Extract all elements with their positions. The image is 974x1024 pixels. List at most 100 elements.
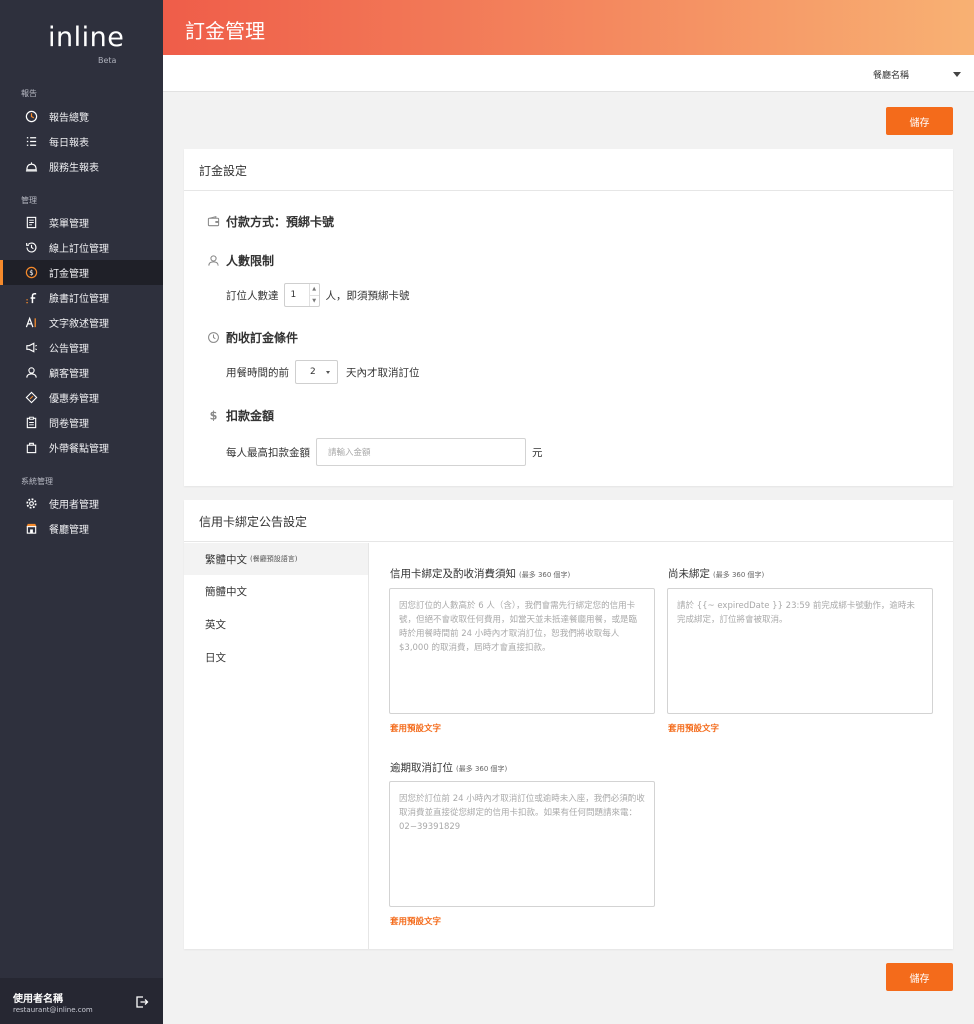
person-icon [206,254,220,268]
sidebar-item-label: 文字敘述管理 [49,319,109,330]
charge-amount-title: $ 扣款金額 [206,407,274,424]
sidebar-item-deposit[interactable]: $ 訂金管理 [0,260,163,285]
sidebar-item-users[interactable]: 使用者管理 [0,491,163,516]
chevron-down-icon [326,370,330,374]
nav-section-system: 系統管理 [21,477,53,486]
stepper-up-icon[interactable]: ▲ [309,284,319,296]
max-charge-input[interactable]: 請輸入金額 [316,438,526,466]
late-cancel-textarea[interactable]: 因您於訂位前 24 小時內才取消訂位或逾時未入座，我們必須酌收取消費並直接從您綁… [389,781,655,907]
header-bar: 訂金管理 [163,0,974,55]
sidebar-item-label: 報告總覽 [49,113,89,124]
sidebar-item-facebook-booking[interactable]: 臉書訂位管理 [0,285,163,310]
text-ai-icon [24,316,38,330]
sidebar-item-text-description[interactable]: 文字敘述管理 [0,310,163,335]
user-name: 使用者名稱 [13,994,63,1005]
chevron-down-icon[interactable] [953,72,961,77]
sidebar-item-label: 服務生報表 [49,163,99,174]
days-select-value: 2 [310,367,316,377]
tab-label: 繁體中文 [205,553,247,566]
payment-method: 付款方式：預綁卡號 [206,213,334,230]
card-notice-title: 信用卡綁定公告設定 [184,500,953,542]
save-button-bottom[interactable]: 儲存 [886,963,953,991]
sidebar-item-menu[interactable]: 菜單管理 [0,210,163,235]
people-limit-label: 人數限制 [226,254,275,268]
payment-method-label: 付款方式：預綁卡號 [226,215,335,229]
people-count-stepper[interactable]: 1 ▲ ▼ [283,283,320,307]
tab-english[interactable]: 英文 [184,608,368,640]
list-icon [24,135,38,149]
tab-japanese[interactable]: 日文 [184,641,368,673]
people-count-value[interactable]: 1 [285,284,309,306]
megaphone-icon [24,341,38,355]
sidebar-item-label: 每日報表 [49,138,89,149]
clock-icon [206,331,220,345]
field-label-notice: 信用卡綁定及酌收消費須知 (最多 360 個字) [390,566,570,581]
deposit-settings-title: 訂金設定 [184,149,953,191]
sidebar-item-customers[interactable]: 顧客管理 [0,360,163,385]
tab-simplified-chinese[interactable]: 簡體中文 [184,575,368,607]
sidebar-item-restaurant[interactable]: 餐廳管理 [0,516,163,541]
sidebar-item-label: 菜單管理 [49,219,89,230]
restaurant-bar: 餐廳名稱 [163,55,974,92]
sidebar-item-label: 臉書訂位管理 [49,294,109,305]
apply-default-link-unbound[interactable]: 套用預設文字 [668,722,719,734]
coupon-icon [24,391,38,405]
days-select[interactable]: 2 [295,360,338,384]
default-language-note: (餐廳預設語言) [250,555,298,563]
charge-condition-suffix: 天內才取消訂位 [346,366,420,379]
unbound-textarea[interactable]: 請於 {{~ expiredDate }} 23:59 前完成綁卡號動作，逾時未… [667,588,933,714]
clipboard-icon [24,416,38,430]
charge-condition-label: 酌收訂金條件 [226,331,299,345]
person-icon [24,366,38,380]
brand-logo[interactable]: inline [48,22,124,53]
sidebar-item-coupons[interactable]: 優惠券管理 [0,385,163,410]
tab-traditional-chinese[interactable]: 繁體中文 (餐廳預設語言) [184,543,368,575]
sidebar-item-label: 優惠券管理 [49,394,99,405]
field-label-text: 逾期取消訂位 [390,762,453,774]
store-icon [24,522,38,536]
sidebar-item-label: 餐廳管理 [49,525,89,536]
menu-book-icon [24,216,38,230]
apply-default-link-late-cancel[interactable]: 套用預設文字 [390,915,441,927]
sidebar-item-label: 外帶餐點管理 [49,444,109,455]
user-box: 使用者名稱 restaurant@inline.com [0,978,163,1024]
charge-amount-suffix: 元 [532,446,543,459]
char-limit: (最多 360 個字) [519,571,571,579]
sidebar-item-label: 問卷管理 [49,419,89,430]
sidebar-item-report-overview[interactable]: 報告總覽 [0,104,163,129]
sidebar-item-announcement[interactable]: 公告管理 [0,335,163,360]
sidebar-item-label: 線上訂位管理 [49,244,109,255]
field-label-unbound: 尚未綁定 (最多 360 個字) [668,566,764,581]
restaurant-select[interactable]: 餐廳名稱 [873,68,909,81]
apply-default-link-notice[interactable]: 套用預設文字 [390,722,441,734]
field-label-late-cancel: 逾期取消訂位 (最多 360 個字) [390,760,507,775]
notice-textarea[interactable]: 因您訂位的人數高於 6 人（含），我們會需先行綁定您的信用卡號，但絕不會收取任何… [389,588,655,714]
field-label-text: 尚未綁定 [668,568,710,580]
service-bell-icon [24,160,38,174]
sidebar-item-survey[interactable]: 問卷管理 [0,410,163,435]
charge-condition-prefix: 用餐時間的前 [226,366,289,379]
svg-text:$: $ [209,410,217,422]
save-button-top[interactable]: 儲存 [886,107,953,135]
beta-badge: Beta [98,56,117,65]
charge-condition-row: 用餐時間的前 2 天內才取消訂位 [226,360,420,384]
charge-amount-prefix: 每人最高扣款金額 [226,446,310,459]
people-limit-prefix: 訂位人數達 [226,289,279,302]
charge-amount-row: 每人最高扣款金額 請輸入金額 元 [226,438,543,466]
gear-icon [24,497,38,511]
people-limit-title: 人數限制 [206,252,274,269]
language-tabs: 繁體中文 (餐廳預設語言) 簡體中文 英文 日文 [184,543,369,949]
sidebar-item-online-booking[interactable]: 線上訂位管理 [0,235,163,260]
char-limit: (最多 360 個字) [456,765,508,773]
stepper-down-icon[interactable]: ▼ [310,296,319,307]
dollar-icon: $ [206,409,220,423]
report-overview-icon [24,110,38,124]
user-email: restaurant@inline.com [13,1006,93,1014]
deposit-settings-card: 訂金設定 付款方式：預綁卡號 人數限制 訂位人數達 1 ▲ ▼ 人，即須預綁卡號… [184,149,953,486]
sidebar-item-takeout[interactable]: 外帶餐點管理 [0,435,163,460]
char-limit: (最多 360 個字) [713,571,765,579]
logout-icon[interactable] [135,994,149,1008]
history-clock-icon [24,241,38,255]
sidebar-item-daily-report[interactable]: 每日報表 [0,129,163,154]
sidebar-item-waiter-report[interactable]: 服務生報表 [0,154,163,179]
